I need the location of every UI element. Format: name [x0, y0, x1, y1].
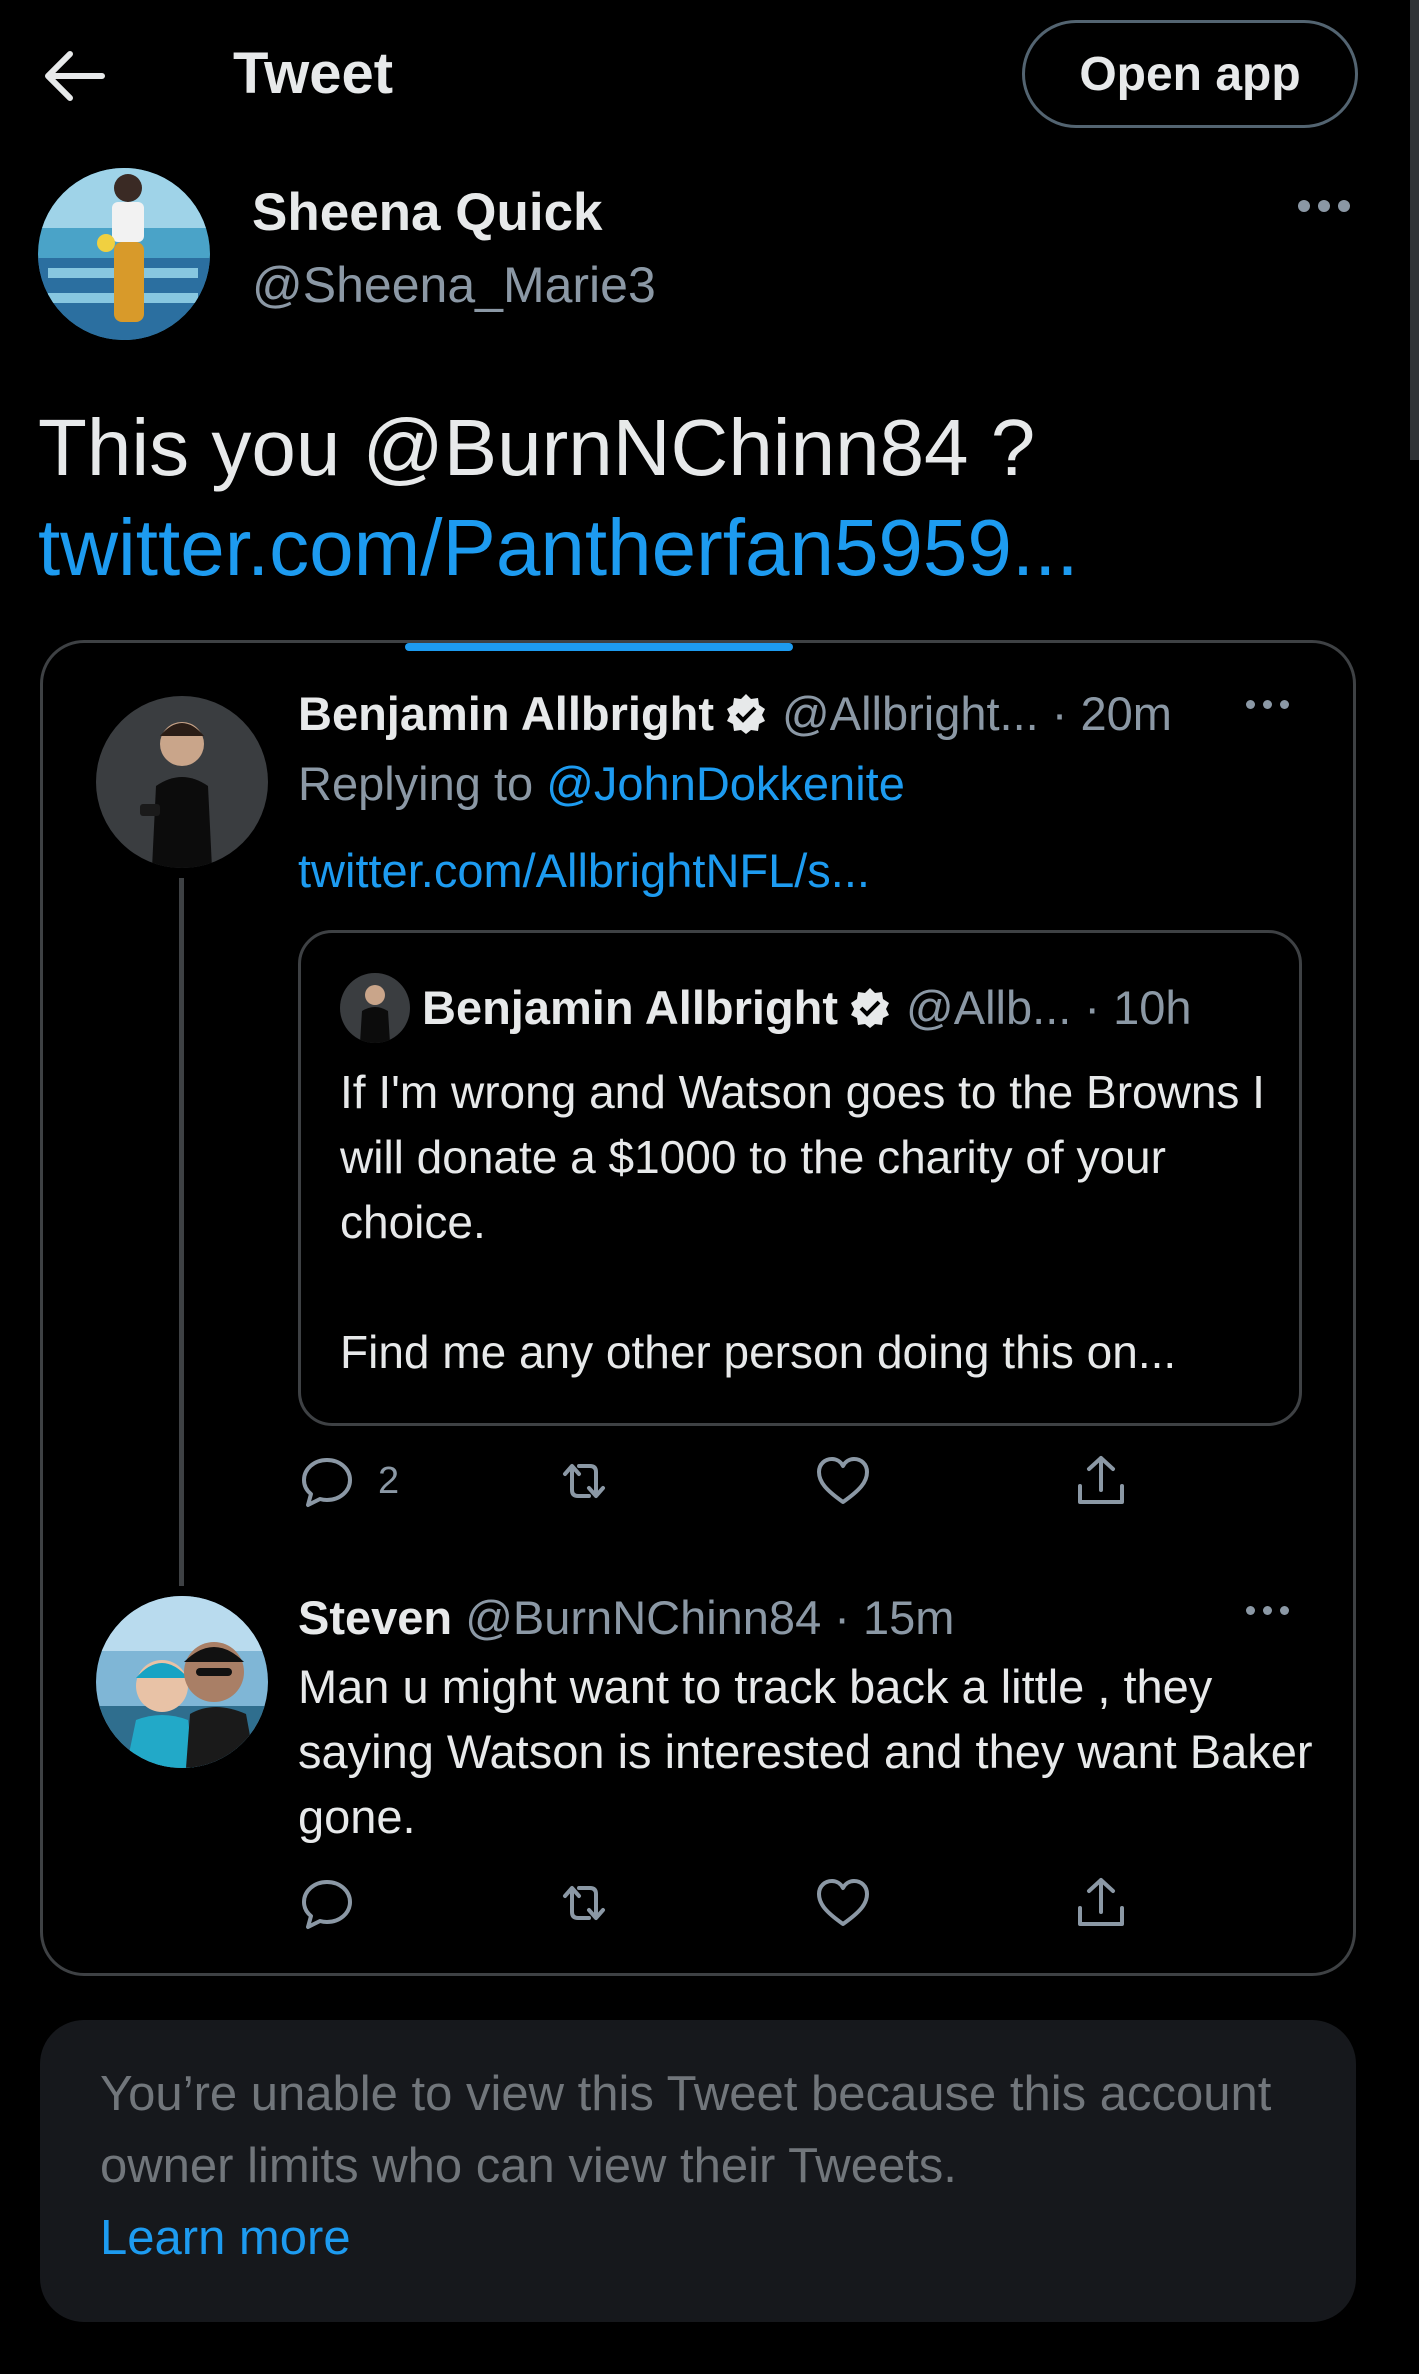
- heart-icon: [817, 1457, 869, 1504]
- quoted-tweet-text: If I'm wrong and Watson goes to the Brow…: [340, 1066, 1265, 1248]
- more-horizontal-icon: [1246, 1606, 1255, 1615]
- more-options-button[interactable]: [1298, 200, 1350, 212]
- reply-button[interactable]: [298, 1874, 356, 1932]
- replying-to-mention[interactable]: @JohnDokkenite: [546, 757, 905, 810]
- tweet-header: Steven @BurnNChinn84 · 15m: [298, 1590, 954, 1645]
- author-name[interactable]: Sheena Quick: [252, 182, 603, 243]
- quoted-tweet-header: Benjamin Allbright @Allb... · 10h: [422, 980, 1192, 1035]
- handle-time: @Allbright... · 20m: [782, 687, 1172, 740]
- open-app-button[interactable]: Open app: [1022, 20, 1358, 128]
- page-title: Tweet: [233, 41, 394, 106]
- like-button[interactable]: [814, 1452, 872, 1510]
- author-name[interactable]: Benjamin Allbright: [298, 686, 714, 741]
- author-name[interactable]: Benjamin Allbright: [422, 980, 838, 1035]
- like-button[interactable]: [814, 1874, 872, 1932]
- thread-connector: [179, 878, 184, 1586]
- tweet-header: Benjamin Allbright @Allbright... · 20m: [298, 686, 1172, 741]
- avatar[interactable]: [340, 973, 410, 1043]
- retweet-button[interactable]: [555, 1874, 613, 1932]
- handle-time: @BurnNChinn84 · 15m: [465, 1591, 955, 1644]
- tweet-link[interactable]: twitter.com/AllbrightNFL/s...: [298, 843, 870, 898]
- share-button[interactable]: [1072, 1874, 1130, 1932]
- learn-more-link[interactable]: Learn more: [100, 2211, 351, 2265]
- more-options-button[interactable]: [1246, 1606, 1289, 1615]
- notice-text: You’re unable to view this Tweet because…: [100, 2067, 1272, 2193]
- back-button[interactable]: [38, 46, 108, 106]
- tweet-body: This you @BurnNChinn84 ?: [38, 403, 1036, 492]
- more-options-button[interactable]: [1246, 700, 1289, 709]
- card-indicator: [405, 643, 793, 651]
- author-handle[interactable]: @Sheena_Marie3: [252, 256, 656, 314]
- reply-count: 2: [378, 1459, 400, 1502]
- author-name[interactable]: Steven: [298, 1591, 452, 1644]
- share-button[interactable]: [1072, 1452, 1130, 1510]
- replying-to: Replying to @JohnDokkenite: [298, 756, 905, 811]
- reply-icon: [302, 1880, 352, 1929]
- retweet-button[interactable]: [555, 1452, 613, 1510]
- tweet-text: This you @BurnNChinn84 ? twitter.com/Pan…: [38, 398, 1368, 598]
- more-horizontal-icon: [1246, 700, 1255, 709]
- replying-prefix: Replying to: [298, 757, 547, 810]
- avatar[interactable]: [96, 1596, 268, 1768]
- heart-icon: [817, 1879, 869, 1926]
- avatar[interactable]: [38, 168, 210, 340]
- scrollbar[interactable]: [1410, 0, 1419, 460]
- share-icon: [1078, 1878, 1124, 1926]
- retweet-icon: [563, 1464, 605, 1498]
- unavailable-tweet-notice: You’re unable to view this Tweet because…: [40, 2020, 1356, 2322]
- more-horizontal-icon: [1298, 200, 1310, 212]
- tweet-link[interactable]: twitter.com/Pantherfan5959...: [38, 498, 1368, 598]
- handle-time: @Allb... · 10h: [906, 981, 1192, 1034]
- reply-button[interactable]: 2: [298, 1452, 399, 1510]
- share-icon: [1078, 1456, 1124, 1504]
- reply-icon: [302, 1458, 352, 1507]
- arrow-left-icon: [45, 51, 105, 101]
- retweet-icon: [563, 1886, 605, 1920]
- verified-badge-icon: [851, 987, 890, 1028]
- avatar[interactable]: [96, 696, 268, 868]
- reply-text: Man u might want to track back a little …: [298, 1660, 1313, 1843]
- quoted-tweet-text-continued: Find me any other person doing this on..…: [340, 1326, 1177, 1378]
- verified-badge-icon: [727, 693, 766, 734]
